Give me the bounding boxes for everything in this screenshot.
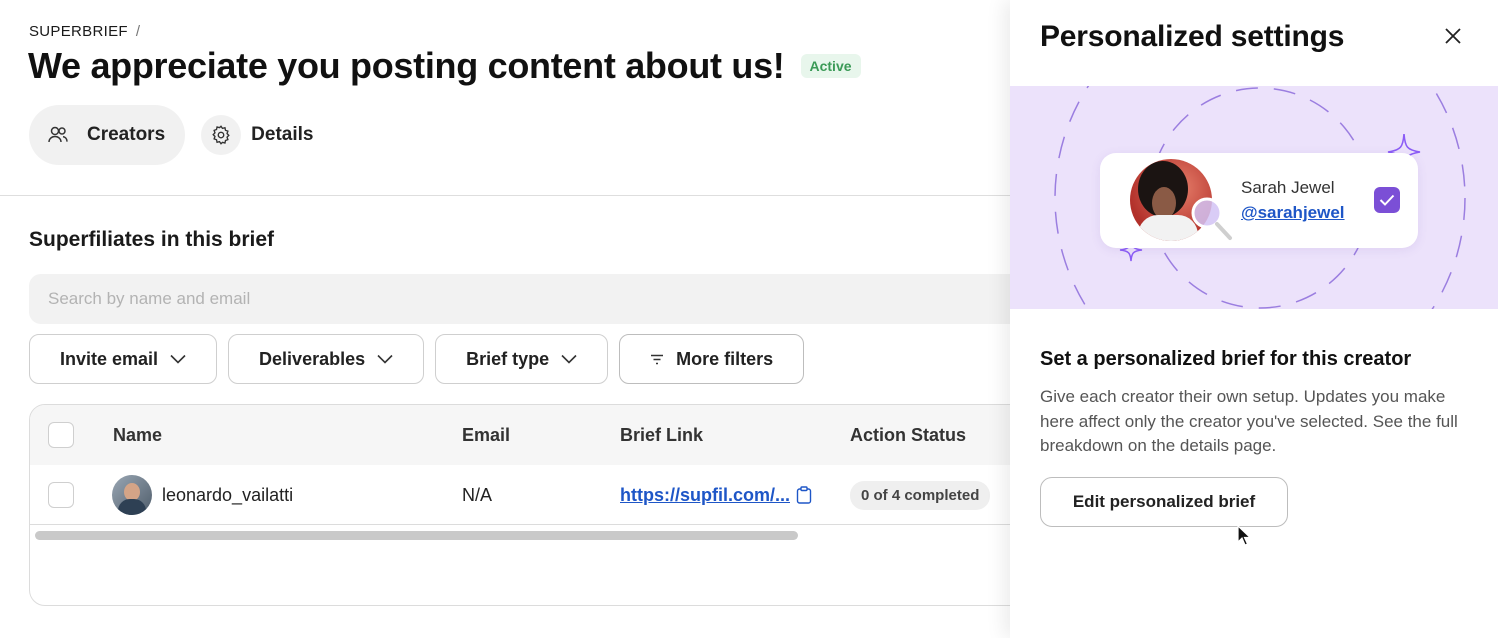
creator-email: N/A <box>462 484 493 505</box>
filter-bar: Invite email Deliverables Brief type Mor… <box>29 334 805 384</box>
brief-link-cell: https://supfil.com/... <box>620 465 812 525</box>
header-divider <box>0 195 1010 196</box>
creators-table: Name Email Brief Link Action Status leon… <box>29 404 1029 606</box>
column-header-email[interactable]: Email <box>462 405 510 465</box>
hero-illustration: Sarah Jewel @sarahjewel <box>1010 86 1498 309</box>
column-header-brief-link[interactable]: Brief Link <box>620 405 703 465</box>
action-status-badge: 0 of 4 completed <box>850 480 991 510</box>
personalized-settings-panel: Personalized settings Sarah Jewel @sarah… <box>1010 0 1498 638</box>
magnifier-icon <box>1191 197 1232 240</box>
chevron-down-icon <box>561 354 577 364</box>
table-row[interactable]: leonardo_vailatti N/A https://supfil.com… <box>30 465 1028 525</box>
status-badge: Active <box>800 54 861 78</box>
mouse-cursor-icon <box>1237 525 1252 546</box>
column-header-action-status[interactable]: Action Status <box>850 405 966 465</box>
panel-title: Personalized settings <box>1040 20 1345 53</box>
brief-link[interactable]: https://supfil.com/... <box>620 485 790 506</box>
invite-email-filter-label: Invite email <box>60 348 159 369</box>
column-header-name[interactable]: Name <box>113 405 162 465</box>
creator-cell: leonardo_vailatti <box>112 465 293 525</box>
select-all-checkbox[interactable] <box>48 422 74 448</box>
clipboard-icon[interactable] <box>796 486 812 504</box>
personalized-brief-heading: Set a personalized brief for this creato… <box>1040 348 1412 370</box>
deliverables-filter[interactable]: Deliverables <box>228 334 425 384</box>
creator-name: Sarah Jewel <box>1241 178 1335 197</box>
breadcrumb-superbrief[interactable]: SUPERBRIEF <box>29 23 128 40</box>
gear-icon <box>201 115 242 155</box>
chevron-down-icon <box>377 354 393 364</box>
invite-email-filter[interactable]: Invite email <box>29 334 218 384</box>
action-status-cell: 0 of 4 completed <box>850 465 991 525</box>
creator-username[interactable]: leonardo_vailatti <box>162 485 293 506</box>
tab-details-label: Details <box>251 124 314 145</box>
close-icon[interactable] <box>1442 25 1464 47</box>
main-content: SUPERBRIEF / We appreciate you posting co… <box>0 0 1029 638</box>
brief-type-filter[interactable]: Brief type <box>435 334 609 384</box>
section-title: Superfiliates in this brief <box>29 228 275 251</box>
horizontal-scrollbar[interactable] <box>35 531 798 540</box>
tab-creators-label: Creators <box>87 124 166 145</box>
search-input[interactable] <box>29 274 1029 324</box>
tab-bar: Creators Details <box>29 105 333 165</box>
table-header: Name Email Brief Link Action Status <box>30 405 1028 465</box>
checkmark-icon[interactable] <box>1374 187 1400 213</box>
edit-personalized-brief-button[interactable]: Edit personalized brief <box>1040 477 1288 527</box>
page-title: We appreciate you posting content about … <box>28 45 785 86</box>
row-checkbox[interactable] <box>48 482 74 508</box>
tab-creators[interactable]: Creators <box>29 105 186 165</box>
more-filters-label: More filters <box>676 348 774 369</box>
creator-card: Sarah Jewel @sarahjewel <box>1100 153 1418 248</box>
users-icon <box>47 124 69 146</box>
brief-type-filter-label: Brief type <box>466 348 550 369</box>
more-filters-button[interactable]: More filters <box>619 334 805 384</box>
creator-handle-link[interactable]: @sarahjewel <box>1241 203 1345 223</box>
chevron-down-icon <box>170 354 186 364</box>
title-row: We appreciate you posting content about … <box>28 45 861 87</box>
avatar <box>112 475 152 515</box>
breadcrumb-separator: / <box>135 23 141 40</box>
filter-lines-icon <box>650 354 664 365</box>
breadcrumb: SUPERBRIEF / <box>29 23 140 40</box>
tab-details[interactable]: Details <box>201 105 333 165</box>
deliverables-filter-label: Deliverables <box>259 348 366 369</box>
personalized-brief-description: Give each creator their own setup. Updat… <box>1040 387 1458 455</box>
